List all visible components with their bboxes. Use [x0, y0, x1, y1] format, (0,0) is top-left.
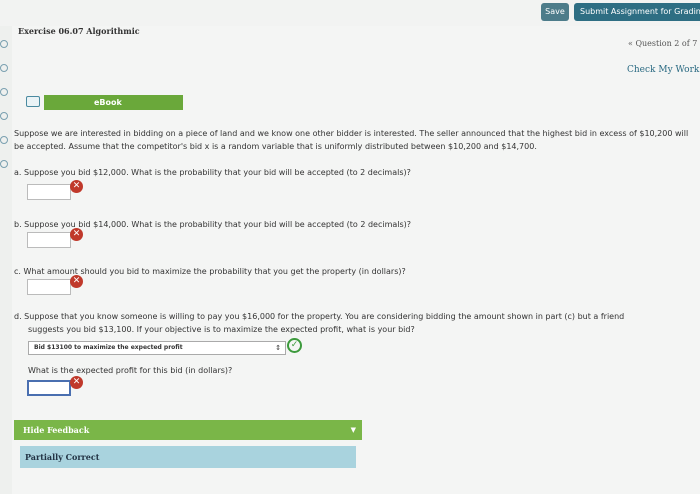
- incorrect-icon: ✕: [70, 180, 83, 193]
- question-a-text: a. Suppose you bid $12,000. What is the …: [14, 168, 411, 177]
- correct-icon: ✓: [287, 338, 302, 353]
- top-toolbar: Save Submit Assignment for Grading: [0, 0, 700, 26]
- progress-dot-icon[interactable]: [0, 136, 8, 144]
- left-progress-rail: [0, 40, 10, 200]
- feedback-status: Partially Correct: [20, 446, 356, 468]
- bid-choice-value: Bid $13100 to maximize the expected prof…: [34, 344, 183, 351]
- question-navigation[interactable]: « Question 2 of 7: [628, 39, 697, 48]
- bid-choice-select[interactable]: Bid $13100 to maximize the expected prof…: [28, 341, 286, 355]
- hide-feedback-label: Hide Feedback: [23, 425, 90, 435]
- progress-dot-icon[interactable]: [0, 88, 8, 96]
- progress-dot-icon[interactable]: [0, 64, 8, 72]
- incorrect-icon: ✕: [70, 228, 83, 241]
- problem-intro: Suppose we are interested in bidding on …: [14, 129, 689, 151]
- progress-dot-icon[interactable]: [0, 112, 8, 120]
- answer-d-profit-input[interactable]: [27, 380, 71, 396]
- ebook-icon[interactable]: [26, 96, 40, 107]
- incorrect-icon: ✕: [70, 376, 83, 389]
- caret-icon: ▼: [350, 425, 356, 434]
- check-my-work-link[interactable]: Check My Work: [627, 65, 699, 75]
- select-arrow-icon: ↕: [275, 344, 281, 352]
- progress-dot-icon[interactable]: [0, 160, 8, 168]
- ebook-button[interactable]: eBook: [44, 95, 183, 110]
- hide-feedback-button[interactable]: Hide Feedback ▼: [14, 420, 362, 440]
- submit-assignment-button[interactable]: Submit Assignment for Grading: [574, 3, 700, 21]
- question-d-text-line2: suggests you bid $13,100. If your object…: [28, 325, 415, 334]
- incorrect-icon: ✕: [70, 275, 83, 288]
- answer-c-input[interactable]: [27, 279, 71, 295]
- question-d-followup: What is the expected profit for this bid…: [28, 366, 233, 375]
- save-button[interactable]: Save: [541, 3, 569, 21]
- answer-a-input[interactable]: [27, 184, 71, 200]
- question-d-text-line1: d. Suppose that you know someone is will…: [14, 312, 625, 321]
- answer-b-input[interactable]: [27, 232, 71, 248]
- exercise-title: Exercise 06.07 Algorithmic: [18, 26, 140, 36]
- progress-dot-icon[interactable]: [0, 40, 8, 48]
